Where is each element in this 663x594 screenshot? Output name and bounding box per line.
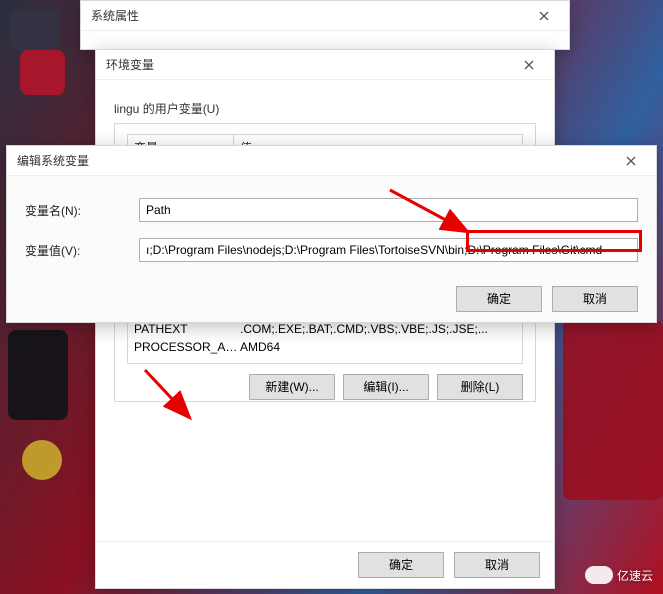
edit-button[interactable]: 编辑(I)... [343,374,429,400]
close-icon[interactable] [527,5,561,27]
dialog-title: 环境变量 [106,56,154,73]
titlebar: 环境变量 [96,50,554,80]
close-icon[interactable] [614,150,648,172]
new-button[interactable]: 新建(W)... [249,374,335,400]
table-row[interactable]: PROCESSOR_AR... AMD64 [128,338,522,356]
var-value-label: 变量值(V): [25,242,139,259]
watermark: 亿速云 [585,566,653,584]
delete-button[interactable]: 删除(L) [437,374,523,400]
user-vars-label: lingu 的用户变量(U) [114,100,536,117]
dialog-title: 编辑系统变量 [17,152,89,169]
cancel-button[interactable]: 取消 [454,552,540,578]
var-value-input[interactable] [139,238,638,262]
ok-button[interactable]: 确定 [456,286,542,312]
dialog-title: 系统属性 [91,7,139,24]
titlebar: 编辑系统变量 [7,146,656,176]
system-properties-dialog: 系统属性 [80,0,570,50]
var-name-label: 变量名(N): [25,202,139,219]
var-name-input[interactable] [139,198,638,222]
cloud-icon [585,566,613,584]
ok-button[interactable]: 确定 [358,552,444,578]
edit-system-variable-dialog: 编辑系统变量 变量名(N): 变量值(V): 确定 取消 [6,145,657,323]
cancel-button[interactable]: 取消 [552,286,638,312]
titlebar: 系统属性 [81,1,569,31]
close-icon[interactable] [512,54,546,76]
